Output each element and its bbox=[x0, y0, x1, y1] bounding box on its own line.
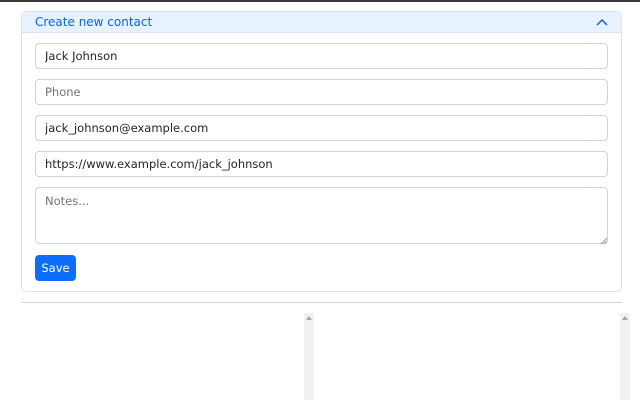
save-button[interactable]: Save bbox=[35, 255, 76, 281]
notes-field[interactable] bbox=[35, 187, 608, 244]
phone-field[interactable] bbox=[35, 79, 608, 105]
website-field[interactable] bbox=[35, 151, 608, 177]
scroll-up-arrow-icon[interactable] bbox=[306, 316, 312, 320]
panel-header[interactable]: Create new contact bbox=[22, 12, 621, 33]
resize-grip-icon[interactable] bbox=[600, 237, 608, 245]
create-contact-panel: Create new contact Save bbox=[21, 11, 622, 292]
chevron-up-icon[interactable] bbox=[595, 16, 609, 28]
window-top-border bbox=[0, 0, 640, 2]
name-field[interactable] bbox=[35, 43, 608, 69]
scroll-up-arrow-icon[interactable] bbox=[622, 316, 628, 320]
email-field[interactable] bbox=[35, 115, 608, 141]
section-divider bbox=[21, 302, 622, 303]
right-pane-scrollbar[interactable] bbox=[620, 313, 630, 400]
panel-title: Create new contact bbox=[35, 15, 153, 29]
left-pane-scrollbar[interactable] bbox=[304, 313, 314, 400]
